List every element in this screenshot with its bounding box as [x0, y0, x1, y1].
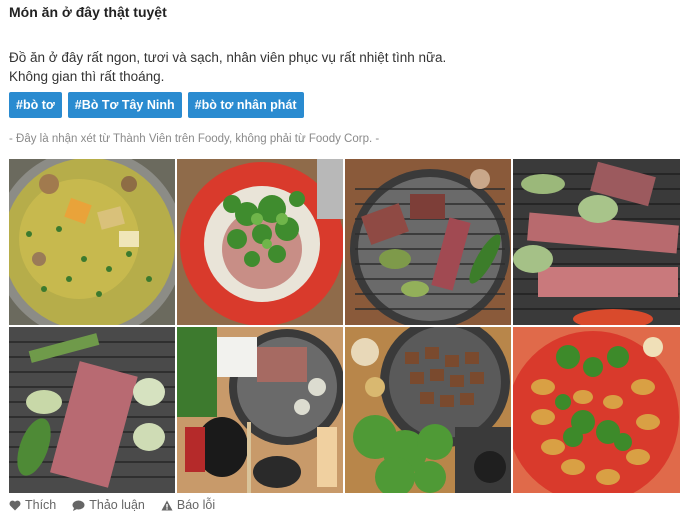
photo-grill-beef-vegetables[interactable]: [345, 159, 511, 325]
tag-bo-to-tay-ninh[interactable]: #Bò Tơ Tây Ninh: [67, 92, 182, 118]
photo-herbs-raw-beef[interactable]: [177, 159, 343, 325]
photo-grill-beef-cubes-salad[interactable]: [345, 327, 511, 493]
photo-grill-beef-slab[interactable]: [9, 327, 175, 493]
action-bar: Thích Thảo luận Báo lỗi: [9, 498, 215, 512]
discuss-button[interactable]: Thảo luận: [72, 498, 145, 512]
photo-grill-beef-strips[interactable]: [513, 159, 680, 325]
like-button[interactable]: Thích: [9, 498, 56, 512]
heart-icon: [9, 500, 21, 510]
report-button[interactable]: Báo lỗi: [161, 498, 215, 512]
review-body-line: Đồ ăn ở đây rất ngon, tươi và sạch, nhân…: [9, 50, 447, 65]
discuss-label: Thảo luận: [89, 498, 145, 512]
review-title: Món ăn ở đây thật tuyệt: [9, 4, 167, 20]
warning-icon: [161, 500, 173, 510]
photo-hotpot-soup[interactable]: [9, 159, 175, 325]
review-body: Đồ ăn ở đây rất ngon, tươi và sạch, nhân…: [9, 48, 446, 86]
tag-list: #bò tơ #Bò Tơ Tây Ninh #bò tơ nhân phát: [9, 92, 304, 118]
review-body-line: Không gian thì rất thoáng.: [9, 69, 165, 84]
photo-herbs-mushroom-plate[interactable]: [513, 327, 680, 493]
photo-grid: [9, 159, 680, 493]
tag-bo-to-nhan-phat[interactable]: #bò tơ nhân phát: [187, 92, 304, 118]
comment-icon: [72, 500, 85, 511]
disclaimer: - Đây là nhận xét từ Thành Viên trên Foo…: [9, 133, 380, 145]
like-label: Thích: [25, 498, 57, 512]
photo-table-grill-setup[interactable]: [177, 327, 343, 493]
tag-bo-to[interactable]: #bò tơ: [9, 92, 62, 118]
report-label: Báo lỗi: [176, 498, 216, 512]
